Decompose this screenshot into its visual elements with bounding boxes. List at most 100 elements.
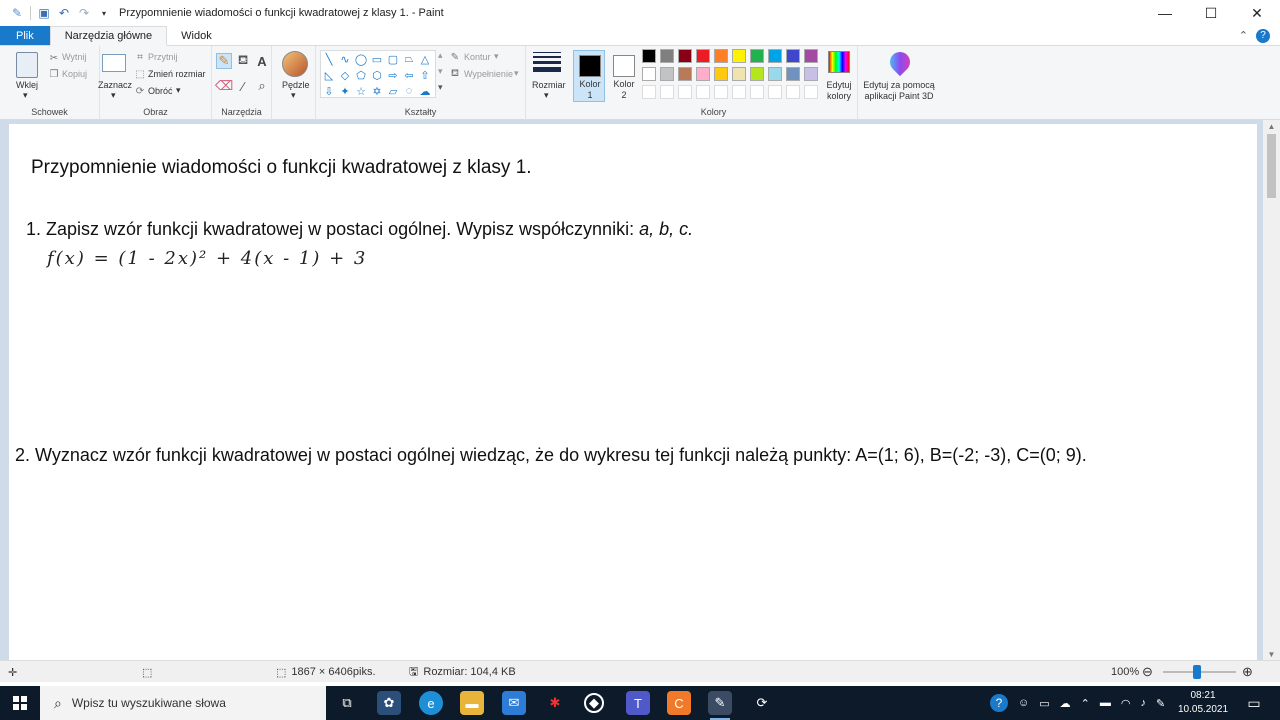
cloud-callout-shape-icon[interactable]: ☁ xyxy=(417,83,433,99)
customize-toolbar-icon[interactable]: ▾ xyxy=(97,6,111,20)
copy-icon[interactable]: ❐ xyxy=(48,68,60,80)
palette-swatch[interactable] xyxy=(804,85,818,99)
palette-swatch[interactable] xyxy=(714,85,728,99)
size-button[interactable]: Rozmiar xyxy=(532,80,566,90)
palette-swatch[interactable] xyxy=(750,67,764,81)
shapes-gallery[interactable]: ╲ ∿ ◯ ▭ ▢ ⏢ △ ◺ ◇ ⬠ ⬡ ⇨ ⇦ ⇧ ⇩ ✦ ☆ ✡ ▱ ◌ … xyxy=(320,50,436,98)
palette-swatch[interactable] xyxy=(786,67,800,81)
curve-shape-icon[interactable]: ∿ xyxy=(337,51,353,67)
wifi-icon[interactable]: ◠ xyxy=(1121,697,1131,710)
six-point-star-shape-icon[interactable]: ✡ xyxy=(369,83,385,99)
app-icon-1[interactable]: ✿ xyxy=(377,691,401,715)
palette-swatch[interactable] xyxy=(714,67,728,81)
resize-button[interactable]: Zmień rozmiar xyxy=(148,69,206,79)
color2-button[interactable]: Kolor 2 xyxy=(607,50,639,102)
pen-icon[interactable]: ✎ xyxy=(1156,697,1165,710)
copy-button[interactable]: Kopiuj xyxy=(62,69,87,79)
rotate-icon[interactable]: ⟳ xyxy=(134,85,146,97)
color-picker-icon[interactable]: ⁄ xyxy=(235,78,251,94)
palette-swatch[interactable] xyxy=(786,85,800,99)
palette-swatch[interactable] xyxy=(768,85,782,99)
crop-button[interactable]: Przytnij xyxy=(148,52,178,62)
show-hidden-icon[interactable]: ⌃ xyxy=(1081,697,1090,710)
battery-icon[interactable]: ▭ xyxy=(1039,697,1049,710)
tab-file[interactable]: Plik xyxy=(0,26,50,45)
palette-swatch[interactable] xyxy=(732,67,746,81)
palette-swatch[interactable] xyxy=(714,49,728,63)
resize-icon[interactable]: ⬚ xyxy=(134,68,146,80)
scroll-up-icon[interactable]: ▲ xyxy=(1263,120,1280,132)
select-dropdown-icon[interactable]: ▾ xyxy=(111,90,116,101)
palette-swatch[interactable] xyxy=(768,67,782,81)
notifications-icon[interactable]: ▭ xyxy=(1242,691,1266,715)
five-point-star-shape-icon[interactable]: ☆ xyxy=(353,83,369,99)
palette-swatch[interactable] xyxy=(768,49,782,63)
palette-swatch[interactable] xyxy=(750,49,764,63)
zoom-in-icon[interactable]: ⊕ xyxy=(1242,661,1253,683)
paint3d-button[interactable]: Edytuj za pomocą aplikacji Paint 3D xyxy=(862,80,936,102)
palette-swatch[interactable] xyxy=(660,85,674,99)
redo-icon[interactable]: ↷ xyxy=(77,6,91,20)
palette-swatch[interactable] xyxy=(678,85,692,99)
palette-swatch[interactable] xyxy=(660,67,674,81)
crop-icon[interactable]: ⌗ xyxy=(134,51,146,63)
select-icon[interactable] xyxy=(102,54,126,72)
mail-icon[interactable]: ✉ xyxy=(502,691,526,715)
text-icon[interactable]: A xyxy=(254,53,270,69)
paint3d-icon[interactable] xyxy=(885,47,915,77)
scrollbar-thumb[interactable] xyxy=(1267,134,1276,198)
pencil-icon[interactable]: ✎ xyxy=(216,53,232,69)
close-icon[interactable]: ✕ xyxy=(1234,0,1280,26)
start-button[interactable] xyxy=(0,686,40,720)
fill-icon[interactable]: ⛾ xyxy=(235,52,251,69)
diamond-shape-icon[interactable]: ◇ xyxy=(337,67,353,83)
rectangle-shape-icon[interactable]: ▭ xyxy=(369,51,385,67)
palette-swatch[interactable] xyxy=(660,49,674,63)
rounded-rectangle-shape-icon[interactable]: ▢ xyxy=(385,51,401,67)
app-icon-5[interactable]: ⟳ xyxy=(750,691,774,715)
down-arrow-shape-icon[interactable]: ⇩ xyxy=(321,83,337,99)
tab-view[interactable]: Widok xyxy=(167,26,226,45)
drawing-canvas[interactable]: Przypomnienie wiadomości o funkcji kwadr… xyxy=(9,124,1257,660)
right-triangle-shape-icon[interactable]: ◺ xyxy=(321,67,337,83)
zoom-out-icon[interactable]: ⊖ xyxy=(1142,661,1153,683)
palette-swatch[interactable] xyxy=(732,85,746,99)
size-dropdown-icon[interactable]: ▾ xyxy=(544,90,549,101)
app-icon-2[interactable]: ✱ xyxy=(543,691,567,715)
edge-icon[interactable]: e xyxy=(419,691,443,715)
callout-oval-shape-icon[interactable]: ◌ xyxy=(401,83,417,99)
teams-icon[interactable]: T xyxy=(626,691,650,715)
minimize-icon[interactable]: — xyxy=(1142,0,1188,26)
palette-swatch[interactable] xyxy=(642,67,656,81)
scroll-down-icon[interactable]: ▼ xyxy=(1263,648,1280,660)
brushes-button[interactable]: Pędzle xyxy=(282,80,310,90)
palette-swatch[interactable] xyxy=(642,49,656,63)
maximize-icon[interactable]: ☐ xyxy=(1188,0,1234,26)
paint-taskbar-icon[interactable]: ✎ xyxy=(708,691,732,720)
clock[interactable]: 08:21 10.05.2021 xyxy=(1178,689,1228,717)
help-tray-icon[interactable]: ? xyxy=(990,694,1008,712)
volume-icon[interactable]: ♪ xyxy=(1140,697,1146,709)
shapes-scroll-down-icon[interactable]: ▾ xyxy=(438,66,443,77)
cut-button[interactable]: Wytnij xyxy=(62,52,86,62)
triangle-shape-icon[interactable]: △ xyxy=(417,51,433,67)
palette-swatch[interactable] xyxy=(696,85,710,99)
brush-icon[interactable] xyxy=(282,51,308,77)
callout-rect-shape-icon[interactable]: ▱ xyxy=(385,83,401,99)
eraser-icon[interactable]: ⌫ xyxy=(215,78,233,94)
rotate-dropdown-icon[interactable]: ▾ xyxy=(176,85,181,96)
palette-swatch[interactable] xyxy=(786,49,800,63)
palette-swatch[interactable] xyxy=(804,67,818,81)
zoom-slider[interactable] xyxy=(1163,665,1236,679)
outline-button[interactable]: Kontur xyxy=(464,52,491,62)
palette-swatch[interactable] xyxy=(678,49,692,63)
app-icon-4[interactable]: C xyxy=(667,691,691,715)
paste-button[interactable]: Wklej xyxy=(16,80,38,90)
color1-button[interactable]: Kolor 1 xyxy=(573,50,605,102)
palette-swatch[interactable] xyxy=(696,49,710,63)
shapes-scroll-up-icon[interactable]: ▴ xyxy=(438,50,443,61)
polygon-shape-icon[interactable]: ⏢ xyxy=(401,51,417,67)
size-icon[interactable] xyxy=(533,52,561,75)
pentagon-shape-icon[interactable]: ⬠ xyxy=(353,67,369,83)
shapes-expand-icon[interactable]: ▾ xyxy=(438,82,443,93)
